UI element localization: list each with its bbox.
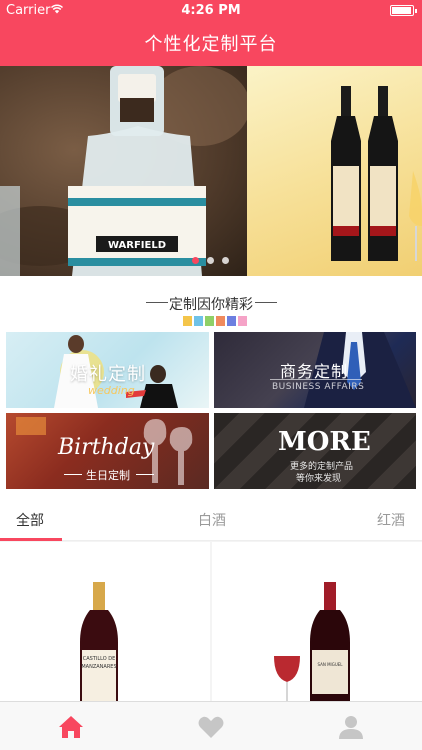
banner-wine-image	[331, 86, 422, 261]
tab-all[interactable]: 全部	[16, 510, 44, 530]
palette-swatch	[183, 316, 192, 326]
birthday-divider-right	[136, 474, 154, 475]
category-birthday-label: Birthday	[58, 435, 155, 460]
carousel-dots[interactable]	[192, 257, 229, 264]
banner-slide-bottle[interactable]: WARFIELD	[0, 66, 250, 276]
category-more-sub2: 等你来发现	[296, 474, 342, 484]
heart-icon[interactable]	[196, 712, 226, 742]
carousel-dot[interactable]	[192, 257, 199, 264]
category-business-sub: BUSINESS AFFAIRS	[272, 382, 365, 392]
section-divider-right	[255, 302, 277, 303]
home-icon[interactable]	[56, 712, 86, 742]
tab-red-wine[interactable]: 红酒	[377, 510, 405, 530]
category-wedding-label: 婚礼定制	[70, 364, 146, 385]
palette-swatch	[205, 316, 214, 326]
banner-carousel[interactable]: WARFIELD	[0, 66, 422, 276]
product-card[interactable]: SAN MIGUEL	[212, 542, 422, 701]
product-grid: CASTILLO DE MANZANARES SAN MIGUEL	[0, 541, 422, 701]
svg-text:WARFIELD: WARFIELD	[108, 240, 166, 251]
category-business[interactable]: 商务定制 BUSINESS AFFAIRS	[214, 332, 416, 408]
palette-swatch	[216, 316, 225, 326]
app-screen: Carrier 4:26 PM 个性化定制平台 WARFIELD 定制因你精彩 …	[0, 0, 422, 750]
product-label-line1: CASTILLO DE	[83, 656, 116, 662]
palette-swatch	[194, 316, 203, 326]
status-bar: Carrier 4:26 PM	[0, 0, 422, 22]
category-birthday[interactable]: Birthday 生日定制	[6, 413, 209, 489]
banner-slide-wine[interactable]	[247, 66, 422, 276]
header: Carrier 4:26 PM 个性化定制平台	[0, 0, 422, 66]
section-color-strip	[183, 316, 247, 326]
palette-swatch	[238, 316, 247, 326]
business-divider	[270, 379, 362, 380]
banner-bottle-image: WARFIELD	[0, 66, 250, 276]
tab-baijiu[interactable]: 白酒	[198, 510, 226, 530]
category-wedding[interactable]: 婚礼定制 wedding	[6, 332, 209, 408]
bottom-tab-bar	[0, 701, 422, 750]
user-icon[interactable]	[336, 712, 366, 742]
product-image-bottle: CASTILLO DE MANZANARES	[80, 582, 118, 701]
carousel-dot[interactable]	[207, 257, 214, 264]
product-image-bottle: SAN MIGUEL	[274, 582, 350, 701]
category-more-label: MORE	[278, 427, 371, 457]
product-tabs: 全部 白酒 红酒	[0, 495, 422, 541]
category-wedding-sub: wedding	[88, 384, 135, 397]
palette-swatch	[227, 316, 236, 326]
category-more[interactable]: MORE 更多的定制产品 等你来发现	[214, 413, 416, 489]
battery-icon	[390, 5, 417, 16]
battery-fill	[392, 7, 411, 14]
birthday-divider-left	[64, 474, 82, 475]
section-title: 定制因你精彩	[169, 297, 253, 313]
carousel-dot[interactable]	[222, 257, 229, 264]
product-label-line2: MANZANARES	[81, 664, 116, 670]
category-birthday-sub: 生日定制	[86, 469, 130, 482]
clock: 4:26 PM	[181, 3, 241, 18]
product-label-line1: SAN MIGUEL	[317, 662, 343, 667]
page-title: 个性化定制平台	[144, 34, 278, 55]
product-card[interactable]: CASTILLO DE MANZANARES	[0, 542, 210, 701]
